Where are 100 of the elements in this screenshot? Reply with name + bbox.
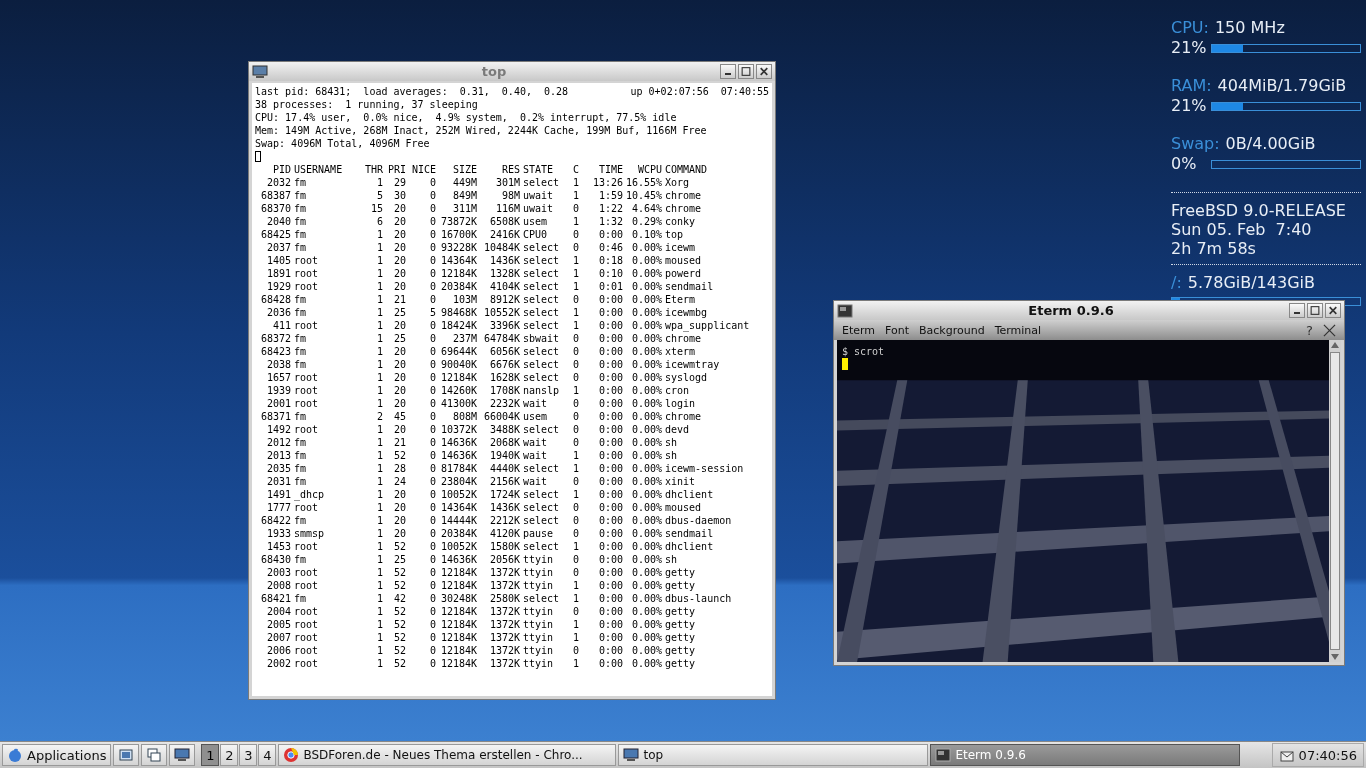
scroll-down-icon[interactable]	[1330, 652, 1340, 662]
close-button[interactable]	[756, 64, 772, 79]
table-cell-text: ttyin	[523, 657, 555, 670]
table-cell: 14364K	[439, 254, 477, 267]
scrollbar[interactable]	[1329, 340, 1341, 662]
task-button[interactable]: top	[618, 744, 929, 766]
meter-percent: 0%	[1171, 154, 1198, 174]
table-cell: 10052K	[439, 488, 477, 501]
table-cell-text: fm	[294, 592, 308, 605]
workspace-button[interactable]: 1	[201, 744, 220, 766]
table-cell-text: 0:00	[597, 475, 623, 488]
table-cell: 14636K	[439, 436, 477, 449]
table-cell: 1	[571, 657, 579, 670]
table-cell-text: 25	[392, 306, 406, 319]
table-cell: 0	[571, 332, 579, 345]
table-cell-text: ttyin	[523, 631, 555, 644]
help-button[interactable]: ?	[1306, 322, 1313, 338]
table-cell-text: select	[523, 514, 561, 527]
table-cell-text: 13:26	[591, 176, 623, 189]
table-cell-text: root	[294, 384, 320, 397]
workspace-button[interactable]: 4	[258, 744, 277, 766]
menu-item[interactable]: Eterm	[842, 323, 876, 337]
table-cell-text: 52	[392, 605, 406, 618]
maximize-button[interactable]	[738, 64, 754, 79]
table-cell-text: 2032	[265, 176, 291, 189]
menu-item[interactable]: Font	[885, 323, 910, 337]
table-cell-text: 68430	[259, 553, 291, 566]
table-cell-text: fm	[294, 553, 308, 566]
table-cell-text: 0	[428, 553, 436, 566]
windows-icon[interactable]	[141, 744, 168, 766]
table-cell: 12184K	[439, 566, 477, 579]
table-cell-text: 1	[375, 514, 383, 527]
table-cell-text: chrome	[665, 332, 703, 345]
table-cell-text: 0	[428, 462, 436, 475]
table-cell-text: root	[294, 657, 320, 670]
table-cell-text: ttyin	[523, 618, 555, 631]
applications-button[interactable]: Applications	[2, 744, 112, 766]
table-cell: 1	[571, 319, 579, 332]
table-cell-text: 0.10%	[630, 228, 662, 241]
close-icon[interactable]	[1323, 323, 1336, 337]
table-cell-text: 15	[369, 202, 383, 215]
table-cell-text: 0	[428, 280, 436, 293]
table-cell-text: 2056K	[488, 553, 520, 566]
table-cell-text: 0.00%	[630, 358, 662, 371]
table-cell-text: 449M	[451, 176, 477, 189]
table-cell-text: 0:00	[597, 410, 623, 423]
table-cell-text: 4120K	[488, 527, 520, 540]
table-cell-text: 0	[428, 527, 436, 540]
table-cell-text: dhclient	[665, 540, 715, 553]
table-cell-text: 0	[428, 436, 436, 449]
table-cell: 0	[571, 423, 579, 436]
table-cell-text: sh	[665, 436, 679, 449]
table-cell-text: 0	[428, 215, 436, 228]
table-cell: 1	[571, 618, 579, 631]
menu-item[interactable]: Terminal	[994, 323, 1042, 337]
window-list-icon[interactable]	[113, 744, 140, 766]
table-cell-text: fm	[294, 176, 308, 189]
table-cell-text: dbus-launch	[665, 592, 733, 605]
table-cell-text: 0.00%	[630, 371, 662, 384]
table-cell-text: select	[523, 462, 561, 475]
table-cell-text: 5	[428, 306, 436, 319]
table-cell-text: getty	[665, 657, 697, 670]
table-cell-text: 0:00	[597, 345, 623, 358]
monitor-icon	[623, 747, 640, 763]
table-cell-text: 0.00%	[630, 423, 662, 436]
text-cursor	[255, 151, 261, 162]
task-button[interactable]: BSDForen.de - Neues Thema erstellen - Chro...	[278, 744, 617, 766]
table-cell-text: root	[294, 618, 320, 631]
menu-item[interactable]: Background	[919, 323, 985, 337]
table-cell-text: icewm-session	[665, 462, 745, 475]
table-cell-text: 0.00%	[630, 566, 662, 579]
table-cell: 1	[571, 215, 579, 228]
table-cell: 0	[571, 345, 579, 358]
table-cell-text: 1929	[265, 280, 291, 293]
table-cell-text: _dhcp	[294, 488, 326, 501]
table-cell-text: fm	[294, 293, 308, 306]
minimize-button[interactable]	[720, 64, 736, 79]
table-cell-text: 0:00	[597, 306, 623, 319]
table-cell-text: 1724K	[488, 488, 520, 501]
table-cell-text: fm	[294, 215, 308, 228]
close-button[interactable]	[1325, 303, 1341, 318]
table-cell-text: 68421	[259, 592, 291, 605]
monitor-icon[interactable]	[169, 744, 196, 766]
table-cell: 81784K	[439, 462, 477, 475]
column-header: PID	[271, 163, 291, 176]
table-cell-text: 1:22	[597, 202, 623, 215]
table-cell-text: 0.00%	[630, 241, 662, 254]
minimize-button[interactable]	[1289, 303, 1305, 318]
workspace-button[interactable]: 2	[220, 744, 239, 766]
logo-icon	[7, 747, 23, 763]
maximize-button[interactable]	[1307, 303, 1323, 318]
workspace-button[interactable]: 3	[239, 744, 258, 766]
table-cell-text: 52	[392, 657, 406, 670]
table-cell-text: 52	[392, 618, 406, 631]
table-cell-text: 98M	[500, 189, 520, 202]
table-cell: 12184K	[439, 644, 477, 657]
table-cell-text: 0.00%	[630, 618, 662, 631]
table-cell-text: 0:00	[597, 605, 623, 618]
column-header: C	[571, 163, 579, 176]
table-cell-text: dhclient	[665, 488, 715, 501]
